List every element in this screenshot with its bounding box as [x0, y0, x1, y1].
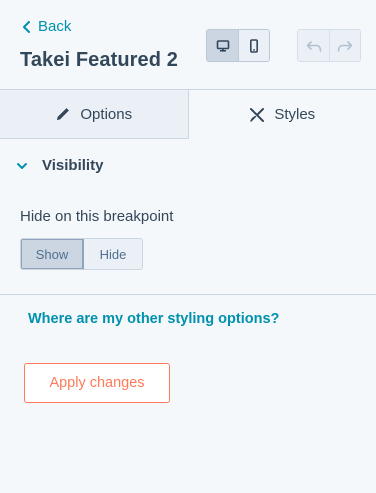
breakpoint-field-label: Hide on this breakpoint: [20, 208, 174, 225]
styles-icon: [250, 107, 265, 122]
styling-options-help-link[interactable]: Where are my other styling options?: [28, 311, 279, 327]
visibility-toggle: Show Hide: [20, 238, 143, 270]
page-title: Takei Featured 2: [20, 49, 178, 71]
back-label: Back: [38, 18, 72, 35]
undo-button[interactable]: [298, 30, 329, 61]
tab-options-label: Options: [80, 105, 133, 123]
tab-styles[interactable]: Styles: [188, 90, 376, 139]
section-divider: [0, 294, 376, 295]
visibility-section-toggle[interactable]: Visibility: [16, 157, 103, 174]
editor-tabs: Options Styles: [0, 89, 376, 139]
history-controls: [297, 29, 361, 62]
hide-option-button[interactable]: Hide: [84, 239, 142, 269]
mobile-preview-button[interactable]: [238, 30, 269, 61]
redo-icon: [337, 40, 353, 52]
tab-styles-label: Styles: [274, 106, 316, 123]
desktop-icon: [216, 39, 229, 52]
back-link[interactable]: Back: [22, 18, 71, 35]
chevron-down-icon: [17, 162, 27, 169]
apply-changes-button[interactable]: Apply changes: [24, 363, 170, 403]
show-option-button[interactable]: Show: [21, 239, 84, 269]
tab-options[interactable]: Options: [0, 90, 189, 139]
chevron-left-icon: [23, 20, 30, 33]
visibility-section-title: Visibility: [42, 157, 104, 174]
undo-icon: [306, 40, 321, 52]
redo-button[interactable]: [329, 30, 360, 61]
pencil-icon: [57, 108, 70, 120]
desktop-preview-button[interactable]: [207, 30, 238, 61]
device-preview-toggle: [206, 29, 270, 62]
editor-header: Back Takei Featured 2: [0, 0, 376, 90]
mobile-icon: [249, 38, 259, 53]
